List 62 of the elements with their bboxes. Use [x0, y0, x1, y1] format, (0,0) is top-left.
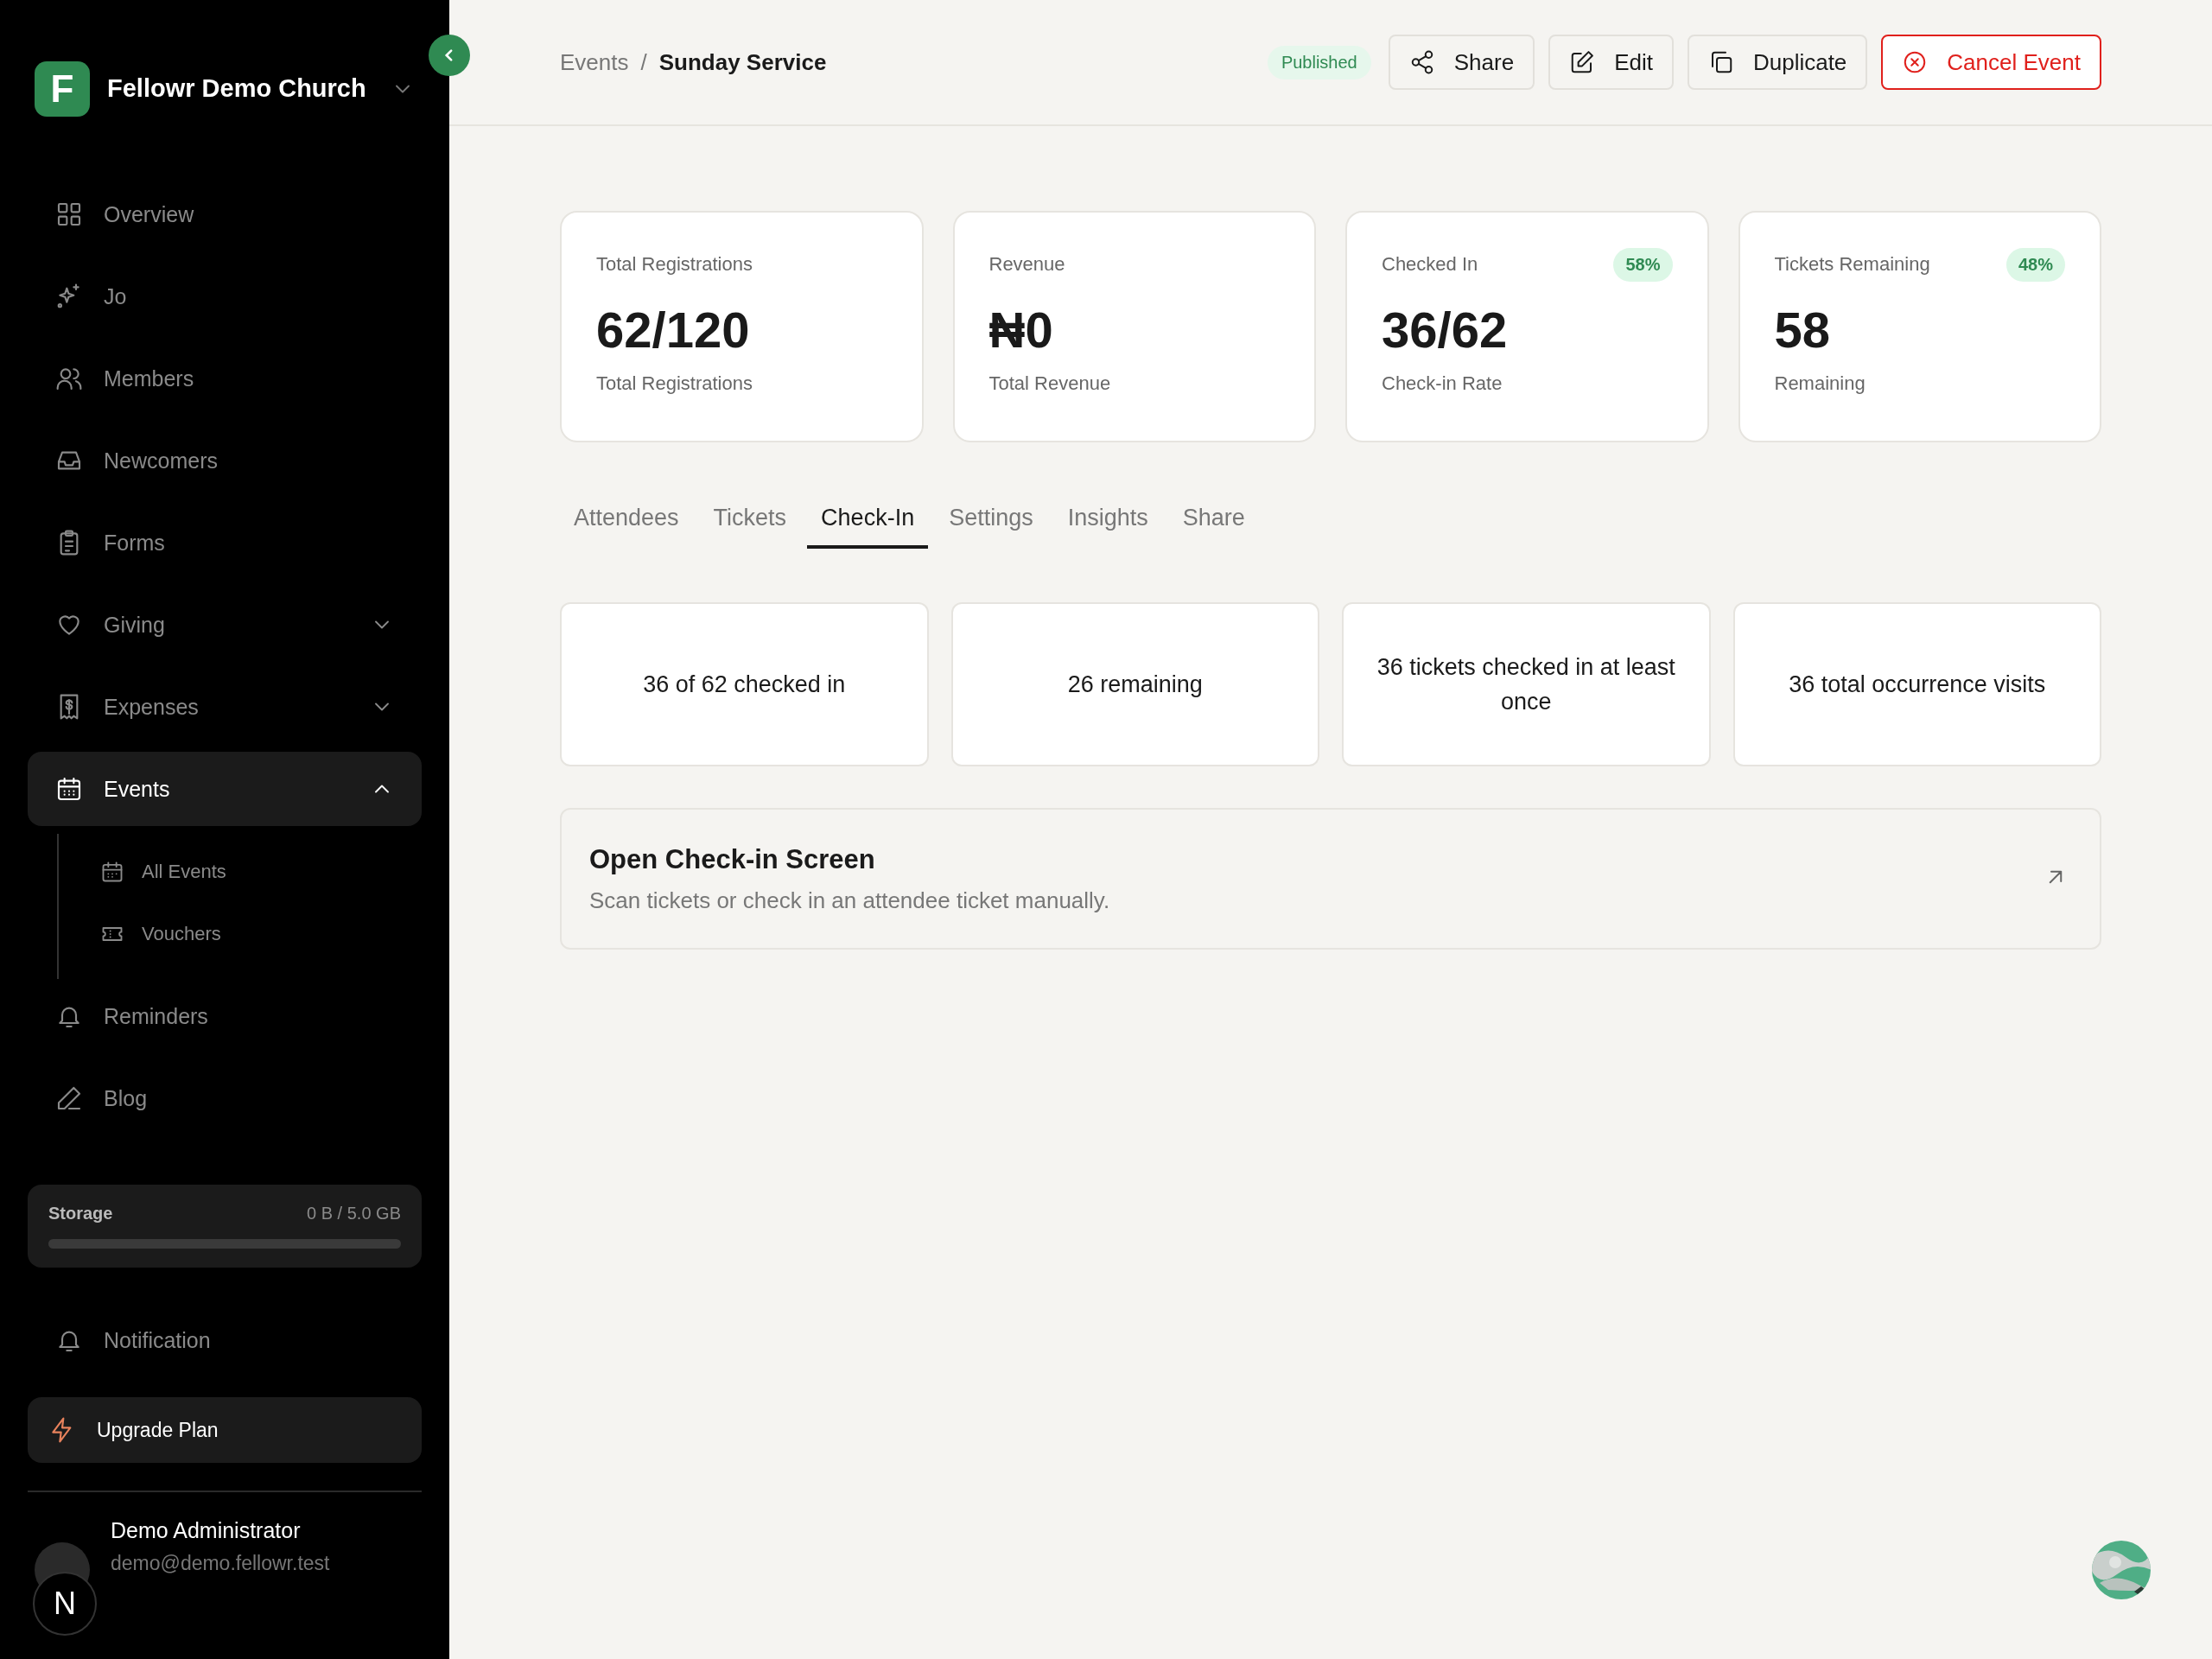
- card-description: Scan tickets or check in an attendee ticket manually.: [589, 887, 1111, 914]
- stat-value: 62/120: [596, 301, 751, 359]
- summary-text: 36 total occurrence visits: [1789, 670, 2046, 699]
- percent-badge: 58%: [1613, 247, 1673, 282]
- nav-item[interactable]: Events: [28, 752, 422, 826]
- user-name: Demo Administrator: [111, 1518, 302, 1543]
- card-title: Open Check-in Screen: [589, 843, 876, 875]
- storage-label: Storage: [48, 1204, 113, 1224]
- tab[interactable]: Attendees: [560, 494, 693, 549]
- notification-item[interactable]: Notification: [28, 1306, 422, 1375]
- nav-item[interactable]: Forms: [28, 505, 422, 580]
- tab[interactable]: Tickets: [699, 494, 801, 549]
- nav-subitem[interactable]: All Events: [59, 841, 422, 903]
- stat-value: ₦0: [988, 301, 1054, 359]
- dev-badge[interactable]: N: [33, 1572, 97, 1636]
- edit-button[interactable]: Edit: [1548, 35, 1674, 90]
- breadcrumb-separator: /: [640, 48, 647, 76]
- percent-badge: 48%: [2005, 247, 2065, 282]
- summary-text: 36 of 62 checked in: [643, 670, 846, 699]
- upgrade-button[interactable]: Upgrade Plan: [28, 1397, 422, 1463]
- stat-value: 36/62: [1382, 301, 1509, 359]
- logo: F: [35, 60, 90, 117]
- stat-title: Total Registrations: [596, 253, 753, 276]
- nav-item[interactable]: Overview: [28, 177, 422, 251]
- calendar-icon: [55, 775, 83, 803]
- tab[interactable]: Settings: [935, 494, 1047, 549]
- tab[interactable]: Insights: [1053, 494, 1162, 549]
- nav-item[interactable]: Expenses: [28, 670, 422, 744]
- stat-title: Revenue: [988, 253, 1065, 276]
- cancel-button[interactable]: Cancel Event: [1881, 35, 2101, 90]
- grid-icon: [55, 200, 83, 228]
- breadcrumb-current: Sunday Service: [658, 48, 827, 76]
- share-button[interactable]: Share: [1388, 35, 1535, 90]
- org-name: Fellowr Demo Church: [107, 74, 367, 103]
- stat-caption: Remaining: [1774, 372, 1866, 395]
- status-badge: Published: [1267, 45, 1371, 79]
- duplicate-button[interactable]: Duplicate: [1687, 35, 1868, 90]
- collapse-button[interactable]: [429, 35, 470, 76]
- storage-reading: 0 B / 5.0 GB: [307, 1204, 401, 1224]
- nav-item[interactable]: Giving: [28, 588, 422, 662]
- pencil-icon: [55, 1084, 83, 1112]
- nav-item[interactable]: Newcomers: [28, 423, 422, 498]
- open-checkin-card[interactable]: Open Check-in Screen Scan tickets or check in an attendee ticket manually.: [560, 808, 2101, 950]
- nav-subitem[interactable]: Vouchers: [59, 903, 422, 965]
- nav-item[interactable]: Jo: [28, 259, 422, 334]
- stat-value: 58: [1774, 301, 1831, 359]
- tab[interactable]: Check-In: [807, 494, 929, 549]
- stat-caption: Check-in Rate: [1382, 372, 1503, 395]
- breadcrumb-link[interactable]: Events: [560, 48, 629, 76]
- calendar-icon: [100, 860, 124, 884]
- summary-text: 36 tickets checked in at least once: [1376, 652, 1676, 716]
- stat-caption: Total Registrations: [596, 372, 753, 395]
- nav-item[interactable]: Blog: [28, 1061, 422, 1135]
- edit-icon: [1569, 49, 1596, 75]
- stat-title: Checked In: [1382, 253, 1478, 276]
- tab[interactable]: Share: [1168, 494, 1259, 549]
- stat-caption: Total Revenue: [988, 372, 1112, 395]
- stat-title: Tickets Remaining: [1774, 253, 1930, 276]
- nav-item[interactable]: Reminders: [28, 979, 422, 1053]
- summary-text: 26 remaining: [1067, 670, 1203, 699]
- nav-item[interactable]: Members: [28, 341, 422, 416]
- user-email: demo@demo.fellowr.test: [111, 1552, 330, 1575]
